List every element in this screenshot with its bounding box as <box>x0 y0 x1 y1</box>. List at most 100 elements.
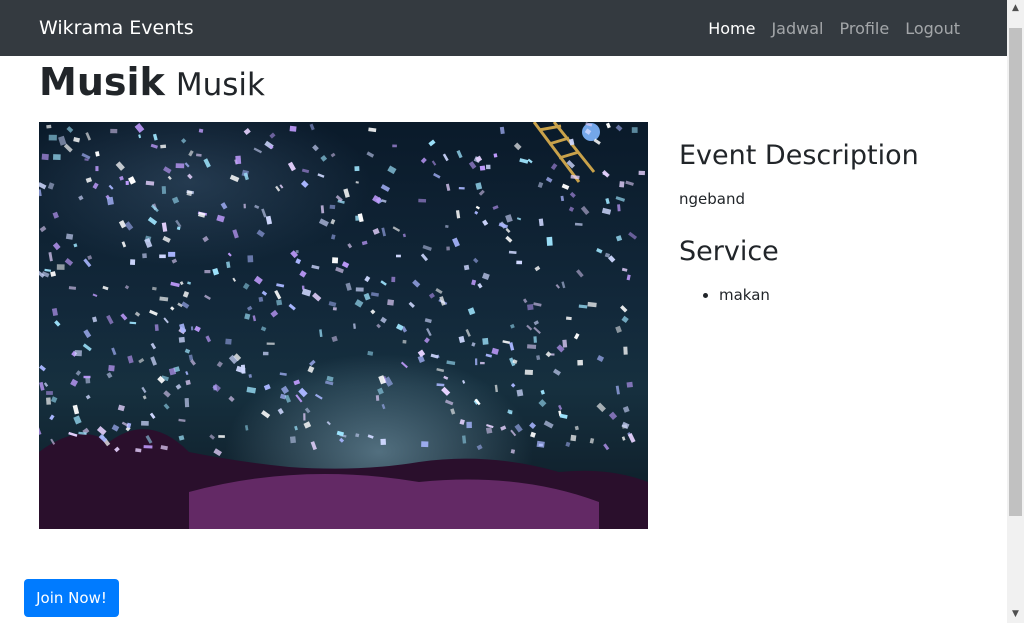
confetti-piece <box>534 265 541 272</box>
confetti-piece <box>235 155 242 165</box>
confetti-piece <box>458 335 465 344</box>
confetti-piece <box>175 383 182 390</box>
confetti-piece <box>263 384 271 391</box>
confetti-piece <box>261 410 271 419</box>
confetti-piece <box>621 315 629 324</box>
confetti-piece <box>422 244 432 251</box>
confetti-piece <box>604 252 611 258</box>
confetti-piece <box>124 285 130 290</box>
confetti-piece <box>307 365 315 374</box>
confetti-piece <box>320 155 328 162</box>
confetti-piece <box>149 309 158 316</box>
confetti-piece <box>442 153 449 162</box>
confetti-piece <box>475 205 480 210</box>
scroll-thumb[interactable] <box>1009 28 1022 516</box>
confetti-piece <box>381 403 386 410</box>
confetti-piece <box>145 180 155 186</box>
confetti-piece <box>209 434 216 440</box>
nav-link-profile[interactable]: Profile <box>839 17 889 41</box>
nav-link-logout[interactable]: Logout <box>905 17 960 41</box>
confetti-piece <box>558 404 563 411</box>
nav-link-jadwal[interactable]: Jadwal <box>771 17 823 41</box>
navbar-brand[interactable]: Wikrama Events <box>39 15 194 41</box>
confetti-piece <box>266 342 275 345</box>
scroll-up-icon[interactable]: ▲ <box>1007 0 1024 17</box>
confetti-piece <box>444 399 454 406</box>
join-now-button[interactable]: Join Now! <box>24 579 119 617</box>
confetti-piece <box>298 387 308 398</box>
confetti-piece <box>565 441 571 447</box>
confetti-piece <box>171 196 180 204</box>
confetti-piece <box>184 398 190 408</box>
confetti-piece <box>143 445 153 449</box>
confetti-piece <box>295 394 303 403</box>
confetti-piece <box>347 243 353 249</box>
confetti-piece <box>120 313 128 321</box>
confetti-piece <box>538 399 547 408</box>
service-heading: Service <box>679 236 779 267</box>
confetti-piece <box>380 438 387 445</box>
confetti-piece <box>185 379 191 386</box>
confetti-piece <box>111 347 117 356</box>
confetti-piece <box>510 429 517 437</box>
event-title: Musik <box>39 60 165 104</box>
confetti-piece <box>426 328 432 337</box>
confetti-piece <box>357 213 364 223</box>
confetti-piece <box>376 323 381 329</box>
confetti-piece <box>295 250 299 254</box>
confetti-piece <box>396 254 401 258</box>
confetti-piece <box>232 277 237 282</box>
confetti-piece <box>530 431 536 438</box>
confetti-piece <box>204 294 211 301</box>
service-item: makan <box>719 284 979 306</box>
confetti-piece <box>479 165 486 171</box>
confetti-piece <box>370 309 376 315</box>
confetti-piece <box>198 128 204 133</box>
confetti-piece <box>178 435 185 441</box>
confetti-piece <box>220 202 228 210</box>
confetti-piece <box>568 206 575 212</box>
confetti-piece <box>150 143 158 149</box>
nav-link-home[interactable]: Home <box>708 17 755 41</box>
confetti-piece <box>589 438 595 444</box>
confetti-piece <box>474 210 479 215</box>
confetti-piece <box>326 420 331 426</box>
confetti-piece <box>243 203 246 209</box>
confetti-piece <box>110 128 118 134</box>
confetti-piece <box>256 229 265 238</box>
event-description-text: ngeband <box>679 190 745 208</box>
confetti-piece <box>516 260 523 265</box>
confetti-piece <box>254 204 260 209</box>
confetti-piece <box>314 393 323 400</box>
confetti-piece <box>50 396 58 403</box>
confetti-piece <box>134 123 145 133</box>
confetti-piece <box>124 221 134 231</box>
confetti-piece <box>568 138 575 146</box>
confetti-piece <box>178 336 185 343</box>
confetti-piece <box>194 325 201 333</box>
scroll-down-icon[interactable]: ▼ <box>1007 606 1024 623</box>
confetti-piece <box>138 358 145 364</box>
page-scrollbar[interactable]: ▲ ▼ <box>1007 0 1024 623</box>
confetti-piece <box>420 253 429 262</box>
confetti-piece <box>318 218 329 227</box>
confetti-piece <box>75 370 82 376</box>
confetti-piece <box>536 355 541 361</box>
confetti-piece <box>119 175 124 181</box>
confetti-piece <box>288 303 296 311</box>
confetti-piece <box>628 231 638 240</box>
confetti-piece <box>262 351 269 356</box>
confetti-piece <box>83 258 92 268</box>
confetti-piece <box>353 323 356 329</box>
confetti-piece <box>228 395 235 402</box>
confetti-piece <box>274 290 282 300</box>
confetti-piece <box>170 281 180 288</box>
service-list: makan <box>679 284 979 306</box>
confetti-piece <box>56 264 65 270</box>
confetti-piece <box>576 269 584 278</box>
confetti-piece <box>486 164 491 170</box>
confetti-piece <box>150 356 157 366</box>
confetti-piece <box>328 301 337 307</box>
confetti-piece <box>141 386 147 394</box>
confetti-piece <box>455 210 461 219</box>
